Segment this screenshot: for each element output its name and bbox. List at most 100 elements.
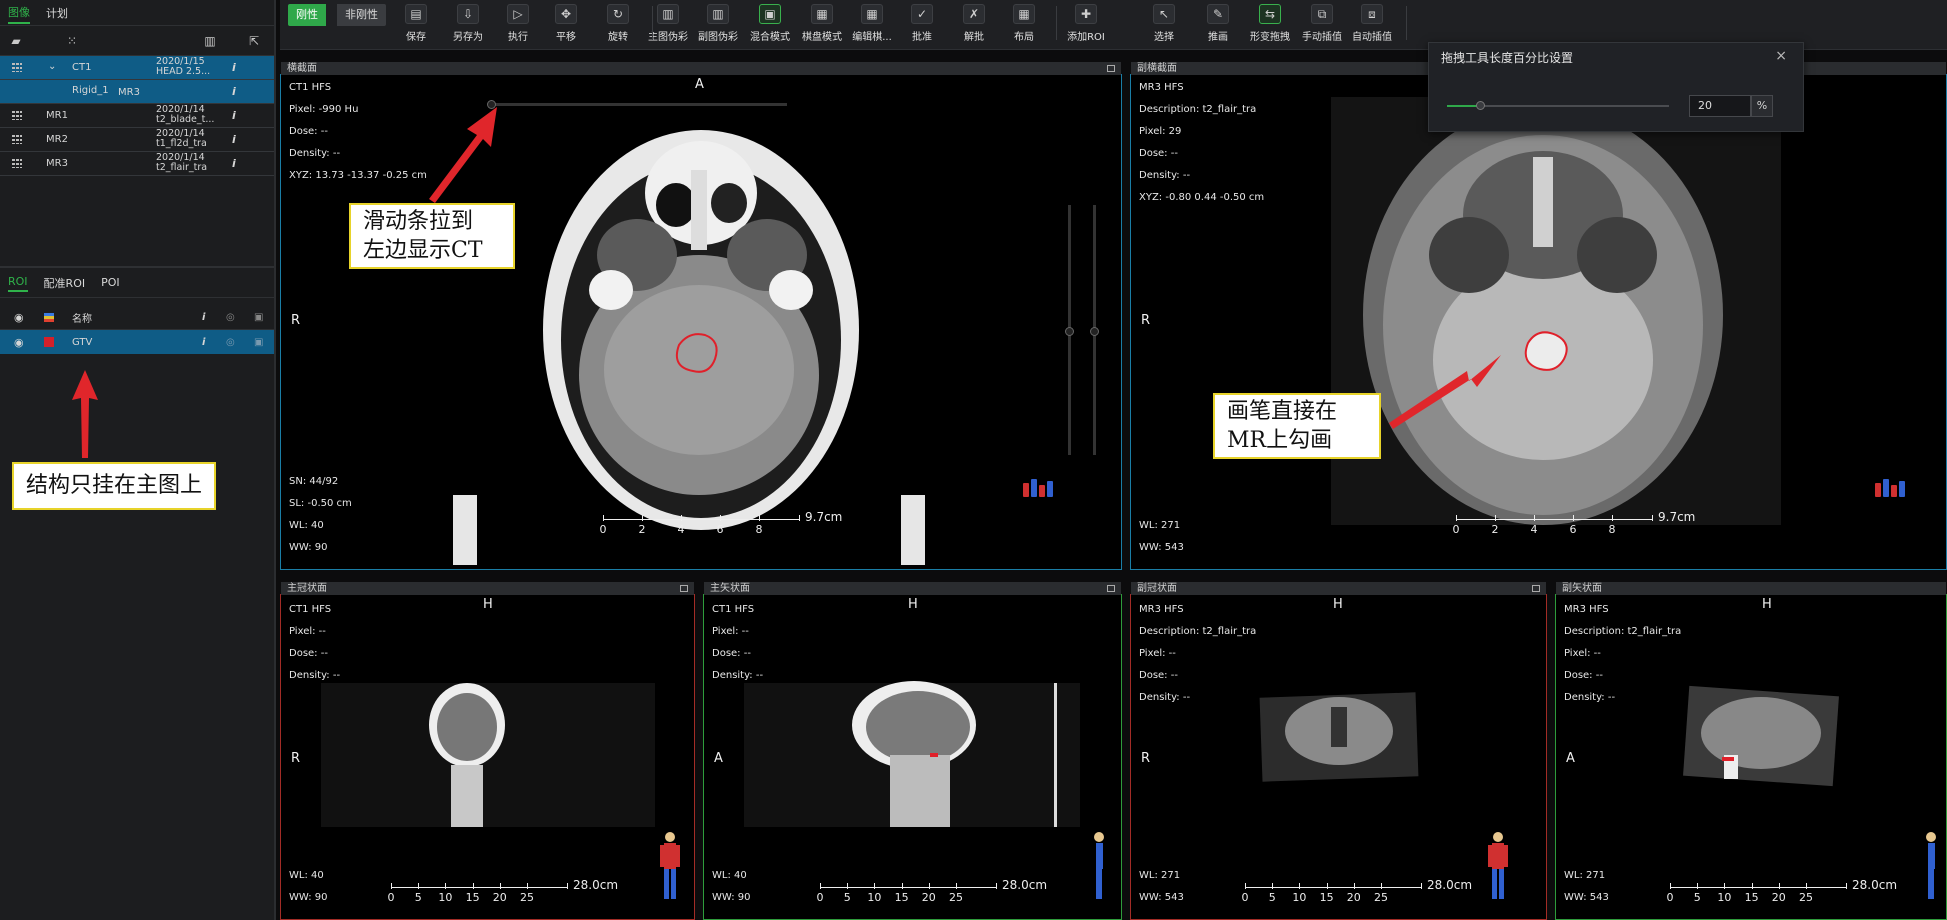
save-icon: ▤ bbox=[405, 4, 427, 24]
viewport-coronal-primary[interactable]: 主冠状面 H R CT1 HFS Pixel: -- Dose: -- Density… bbox=[280, 582, 695, 920]
grid-icon bbox=[12, 111, 22, 120]
image-row-ct1[interactable]: ⌄ CT1 2020/1/15 HEAD 2.5... i bbox=[0, 56, 274, 80]
mode-rigid-button[interactable]: 刚性 bbox=[288, 4, 326, 26]
orientation-left-label: R bbox=[291, 313, 301, 328]
toolbar-button-checkerboard[interactable]: ▦ 棋盘模式 bbox=[798, 2, 846, 48]
toolbar-button-rotate[interactable]: ↻ 旋转 bbox=[594, 2, 642, 48]
viewport-sagittal-secondary[interactable]: 副矢状面 H A MR3 HFS Description: t2_flair_tr… bbox=[1555, 582, 1947, 920]
scale-bar: 0 5 10 15 20 25 28.0cm bbox=[1667, 878, 1898, 904]
info-icon[interactable]: i bbox=[232, 109, 236, 122]
orientation-left-label: R bbox=[291, 751, 301, 766]
image-row-mr3[interactable]: MR3 2020/1/14 t2_flair_tra i bbox=[0, 152, 274, 176]
slider-handle[interactable] bbox=[1090, 327, 1099, 336]
toolbar-button-layout[interactable]: ▦ 布局 bbox=[1000, 2, 1048, 48]
toolbar-button-blend-mode[interactable]: ▣ 混合模式 bbox=[746, 2, 794, 48]
info-line: SL: -0.50 cm bbox=[289, 498, 352, 509]
toolbar-button-edit-checkerboard[interactable]: ▦ 编辑棋... bbox=[848, 2, 896, 48]
scale-tick-label: 20 bbox=[1771, 891, 1786, 904]
scale-tick bbox=[1670, 883, 1671, 889]
info-icon[interactable]: i bbox=[202, 337, 205, 348]
scale-line bbox=[1456, 519, 1652, 520]
toolbar-button-auto-interp[interactable]: ⧈ 自动插值 bbox=[1348, 2, 1396, 48]
grid-dots-icon[interactable]: ⁙ bbox=[64, 34, 80, 48]
scale-tick bbox=[847, 883, 849, 889]
percent-slider[interactable] bbox=[1447, 101, 1669, 110]
viewport-bottom-info: WL: 40 WW: 90 bbox=[289, 865, 327, 909]
toolbar-button-manual-interp[interactable]: ⧉ 手动插值 bbox=[1298, 2, 1346, 48]
slider-handle[interactable] bbox=[1476, 101, 1486, 110]
image-name: MR1 bbox=[46, 110, 68, 121]
slider-vertical-1[interactable] bbox=[1065, 205, 1074, 455]
viewport-axial-secondary[interactable]: 副横截面 R MR3 HFS Description: t2_flair_tra P… bbox=[1130, 62, 1947, 570]
tab-plan[interactable]: 计划 bbox=[46, 3, 68, 23]
info-line: CT1 HFS bbox=[289, 82, 332, 93]
toolbar-button-execute[interactable]: ▷ 执行 bbox=[494, 2, 542, 48]
dialog-title: 拖拽工具长度百分比设置 bbox=[1441, 51, 1574, 65]
scale-bar: 0 5 10 15 20 25 28.0cm bbox=[388, 878, 619, 904]
toolbar-button-deform-drag[interactable]: ⇆ 形变拖拽 bbox=[1246, 2, 1294, 48]
percent-input[interactable]: 20 bbox=[1689, 95, 1751, 117]
roi-color-swatch[interactable] bbox=[44, 337, 54, 347]
viewport-sagittal-primary[interactable]: 主矢状面 H A CT1 HFS Pixel: -- Dose: -- Density… bbox=[703, 582, 1122, 920]
toolbar-button-save[interactable]: ▤ 保存 bbox=[392, 2, 440, 48]
close-icon[interactable]: × bbox=[1775, 48, 1787, 64]
viewport-bottom-info: WL: 271 WW: 543 bbox=[1139, 515, 1184, 559]
slider-horizontal[interactable] bbox=[487, 100, 787, 109]
toolbar-button-select[interactable]: ↖ 选择 bbox=[1140, 2, 1188, 48]
maximize-icon[interactable] bbox=[1532, 585, 1540, 592]
info-line: Dose: -- bbox=[1139, 670, 1178, 681]
select-icon: ↖ bbox=[1153, 4, 1175, 24]
toolbar-button-label: 手动插值 bbox=[1302, 32, 1342, 43]
roi-section: ROI 配准ROI POI ◉ 名称 i ◎ ▣ ◉ GTV i ◎ ▣ bbox=[0, 266, 274, 354]
tab-registration-roi[interactable]: 配准ROI bbox=[44, 273, 86, 293]
info-line: Dose: -- bbox=[1139, 148, 1178, 159]
info-line: Density: -- bbox=[1139, 170, 1191, 181]
info-icon[interactable]: i bbox=[232, 61, 236, 74]
toolbar-button-label: 平移 bbox=[556, 32, 576, 43]
import-series-icon[interactable]: ▥ bbox=[202, 34, 218, 48]
target-icon[interactable]: ◎ bbox=[226, 337, 235, 348]
toolbar-button-add-roi[interactable]: ✚ 添加ROI bbox=[1062, 2, 1110, 48]
info-line: CT1 HFS bbox=[712, 604, 755, 615]
edit-checkerboard-icon: ▦ bbox=[861, 4, 883, 24]
export-series-icon[interactable]: ⇱ bbox=[246, 34, 262, 48]
toolbar-button-approve[interactable]: ✓ 批准 bbox=[898, 2, 946, 48]
info-icon[interactable]: i bbox=[232, 133, 236, 146]
slider-handle[interactable] bbox=[1065, 327, 1074, 336]
tab-poi[interactable]: POI bbox=[101, 274, 120, 291]
eye-icon[interactable]: ◉ bbox=[14, 311, 24, 324]
info-icon[interactable]: i bbox=[232, 85, 236, 98]
scale-line bbox=[603, 519, 799, 520]
scale-tick bbox=[1326, 883, 1328, 889]
mode-nonrigid-button[interactable]: 非刚性 bbox=[337, 4, 386, 26]
image-row-mr2[interactable]: MR2 2020/1/14 t1_fl2d_tra i bbox=[0, 128, 274, 152]
image-row-rigid1[interactable]: Rigid_1 MR3 i bbox=[0, 80, 274, 104]
viewport-coronal-secondary[interactable]: 副冠状面 H R MR3 HFS Description: t2_flair_tr… bbox=[1130, 582, 1547, 920]
scale-tick bbox=[1652, 515, 1653, 521]
toolbar-button-unapprove[interactable]: ✗ 解批 bbox=[950, 2, 998, 48]
lock-icon[interactable]: ▣ bbox=[254, 337, 263, 348]
viewport-axial-primary[interactable]: 横截面 A R CT1 HFS Pixel: -990 Hu Dose: -- Den… bbox=[280, 62, 1122, 570]
maximize-icon[interactable] bbox=[680, 585, 688, 592]
chevron-down-icon[interactable]: ⌄ bbox=[48, 61, 56, 72]
roi-row-gtv[interactable]: ◉ GTV i ◎ ▣ bbox=[0, 330, 274, 354]
toolbar-button-save-as[interactable]: ⇩ 另存为 bbox=[444, 2, 492, 48]
folder-icon[interactable]: ▰ bbox=[8, 34, 24, 48]
tab-images[interactable]: 图像 bbox=[8, 2, 30, 24]
info-line: SN: 44/92 bbox=[289, 476, 339, 487]
image-row-mr1[interactable]: MR1 2020/1/14 t2_blade_t... i bbox=[0, 104, 274, 128]
registration-target: MR3 bbox=[118, 87, 140, 98]
maximize-icon[interactable] bbox=[1107, 585, 1115, 592]
slider-vertical-2[interactable] bbox=[1090, 205, 1099, 455]
viewport-title-text: 副冠状面 bbox=[1137, 583, 1177, 594]
auto-interp-icon: ⧈ bbox=[1361, 4, 1383, 24]
toolbar-button-pan[interactable]: ✥ 平移 bbox=[542, 2, 590, 48]
toolbar-button-secondary-pseudocolor[interactable]: ▥ 副图伪彩 bbox=[694, 2, 742, 48]
image-desc: t2_flair_tra bbox=[156, 162, 208, 173]
eye-icon[interactable]: ◉ bbox=[14, 336, 24, 349]
info-icon[interactable]: i bbox=[232, 157, 236, 170]
tab-roi[interactable]: ROI bbox=[8, 273, 28, 292]
maximize-icon[interactable] bbox=[1107, 65, 1115, 72]
info-line: Description: t2_flair_tra bbox=[1139, 626, 1257, 637]
toolbar-button-push-draw[interactable]: ✎ 推画 bbox=[1194, 2, 1242, 48]
